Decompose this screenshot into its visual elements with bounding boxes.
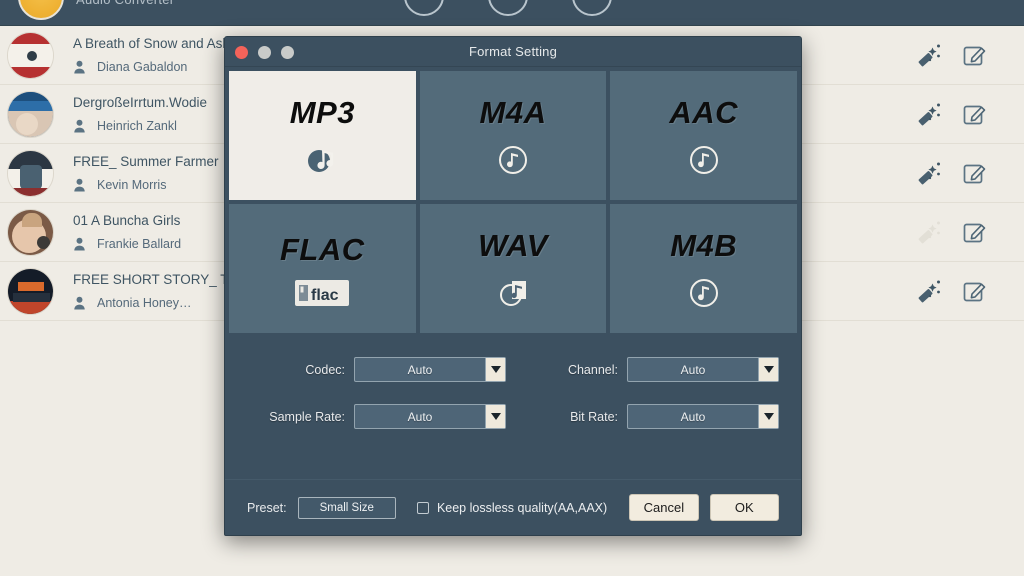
person-icon: [74, 178, 85, 192]
lossless-label: Keep lossless quality(AA,AAX): [436, 500, 608, 515]
magic-wand-icon[interactable]: [916, 101, 942, 127]
music-note-circle-icon: [689, 145, 718, 174]
list-item-actions: [916, 219, 988, 245]
music-note-wave-icon: [499, 280, 526, 306]
cover-thumbnail: [7, 149, 54, 197]
toolbar-circle-2[interactable]: [488, 0, 528, 16]
cover-thumbnail: [7, 208, 54, 256]
flac-logo-icon: flac: [295, 279, 350, 306]
edit-pencil-icon[interactable]: [962, 42, 988, 68]
format-setting-dialog: Format Setting MP3 M4A AAC FLAC flac WAV M4B C…: [224, 36, 802, 536]
format-tile-flac[interactable]: FLAC flac: [229, 204, 416, 333]
person-icon: [74, 60, 85, 74]
cancel-button[interactable]: Cancel: [629, 494, 699, 521]
application-window: Audio Converter A Breath of Snow and Ash…: [0, 0, 1024, 576]
dialog-title: Format Setting: [468, 44, 558, 59]
cover-thumbnail: [7, 31, 54, 79]
lossless-checkbox[interactable]: [416, 501, 429, 514]
edit-pencil-icon[interactable]: [962, 101, 988, 127]
format-tile-m4a[interactable]: M4A: [419, 71, 607, 200]
format-tile-aac[interactable]: AAC: [610, 71, 797, 200]
magic-wand-icon[interactable]: [916, 42, 942, 68]
list-item-author-name: Kevin Morris: [97, 178, 167, 192]
minimize-button[interactable]: [258, 46, 271, 59]
chevron-down-icon[interactable]: [485, 405, 505, 428]
list-item-actions: [916, 101, 988, 127]
person-icon: [74, 296, 85, 310]
format-tile-mp3[interactable]: MP3: [229, 71, 416, 200]
select-sample-rate[interactable]: Auto: [354, 404, 506, 429]
magic-wand-icon[interactable]: [916, 278, 942, 304]
window-controls: [235, 46, 294, 59]
format-tile-label: M4A: [479, 94, 547, 130]
format-tile-label: AAC: [669, 94, 738, 130]
edit-pencil-icon[interactable]: [962, 278, 988, 304]
field-label-channel: Channel:: [567, 362, 618, 377]
preset-label: Preset:: [247, 500, 287, 515]
edit-pencil-icon[interactable]: [962, 219, 988, 245]
field-sample-rate: Sample Rate: Auto: [247, 404, 506, 429]
list-item-author-name: Antonia Honey…: [97, 296, 192, 310]
list-item-actions: [916, 160, 988, 186]
list-item-actions: [916, 278, 988, 304]
app-title: Audio Converter: [76, 0, 174, 7]
dialog-footer: Preset: Small Size Keep lossless quality…: [225, 479, 801, 535]
toolbar-buttons: [404, 0, 612, 16]
ok-button[interactable]: OK: [709, 494, 779, 521]
chevron-down-icon[interactable]: [758, 405, 778, 428]
toolbar-circle-1[interactable]: [404, 0, 444, 16]
music-note-filled-icon: [308, 149, 334, 172]
field-bit-rate: Bit Rate: Auto: [520, 404, 779, 429]
app-toolbar: Audio Converter: [0, 0, 1024, 26]
format-tile-label: WAV: [478, 227, 548, 263]
chevron-down-icon[interactable]: [758, 358, 778, 381]
select-bit-rate[interactable]: Auto: [627, 404, 779, 429]
cover-thumbnail: [7, 90, 54, 138]
list-item-author-name: Diana Gabaldon: [97, 60, 188, 74]
close-button[interactable]: [235, 46, 248, 59]
svg-text:flac: flac: [311, 287, 339, 304]
select-value-channel: Auto: [680, 362, 706, 377]
select-value-codec: Auto: [407, 362, 433, 377]
toolbar-circle-3[interactable]: [572, 0, 612, 16]
select-value-bit-rate: Auto: [680, 409, 706, 424]
music-note-circle-icon: [689, 278, 718, 307]
select-channel[interactable]: Auto: [627, 357, 779, 382]
format-tile-label: MP3: [289, 94, 355, 130]
format-tile-wav[interactable]: WAV: [419, 204, 607, 333]
person-icon: [74, 237, 85, 251]
format-tile-label: M4B: [670, 227, 738, 263]
lossless-checkbox-group[interactable]: Keep lossless quality(AA,AAX): [416, 500, 608, 515]
field-channel: Channel: Auto: [520, 357, 779, 382]
music-note-circle-icon: [498, 145, 527, 174]
field-label-bit-rate: Bit Rate:: [570, 409, 618, 424]
field-codec: Codec: Auto: [247, 357, 506, 382]
list-item-author-name: Heinrich Zankl: [97, 119, 177, 133]
app-logo-icon: [18, 0, 64, 20]
chevron-down-icon[interactable]: [485, 358, 505, 381]
format-tile-m4b[interactable]: M4B: [610, 204, 797, 333]
magic-wand-icon[interactable]: [916, 219, 942, 245]
person-icon: [74, 119, 85, 133]
magic-wand-icon[interactable]: [916, 160, 942, 186]
preset-field[interactable]: Small Size: [297, 496, 396, 519]
select-codec[interactable]: Auto: [354, 357, 506, 382]
list-item-author-name: Frankie Ballard: [97, 237, 182, 251]
field-label-codec: Codec:: [305, 362, 345, 377]
field-label-sample-rate: Sample Rate:: [269, 409, 345, 424]
zoom-button[interactable]: [281, 46, 294, 59]
select-value-sample-rate: Auto: [407, 409, 433, 424]
list-item-actions: [916, 42, 988, 68]
cover-thumbnail: [7, 267, 54, 315]
settings-fields: Codec: Auto Channel: Auto Sample Rate: Auto Bi…: [225, 333, 801, 479]
format-tile-label: FLAC: [280, 231, 365, 267]
format-grid: MP3 M4A AAC FLAC flac WAV M4B: [225, 71, 801, 333]
edit-pencil-icon[interactable]: [962, 160, 988, 186]
dialog-titlebar: Format Setting: [225, 37, 801, 67]
